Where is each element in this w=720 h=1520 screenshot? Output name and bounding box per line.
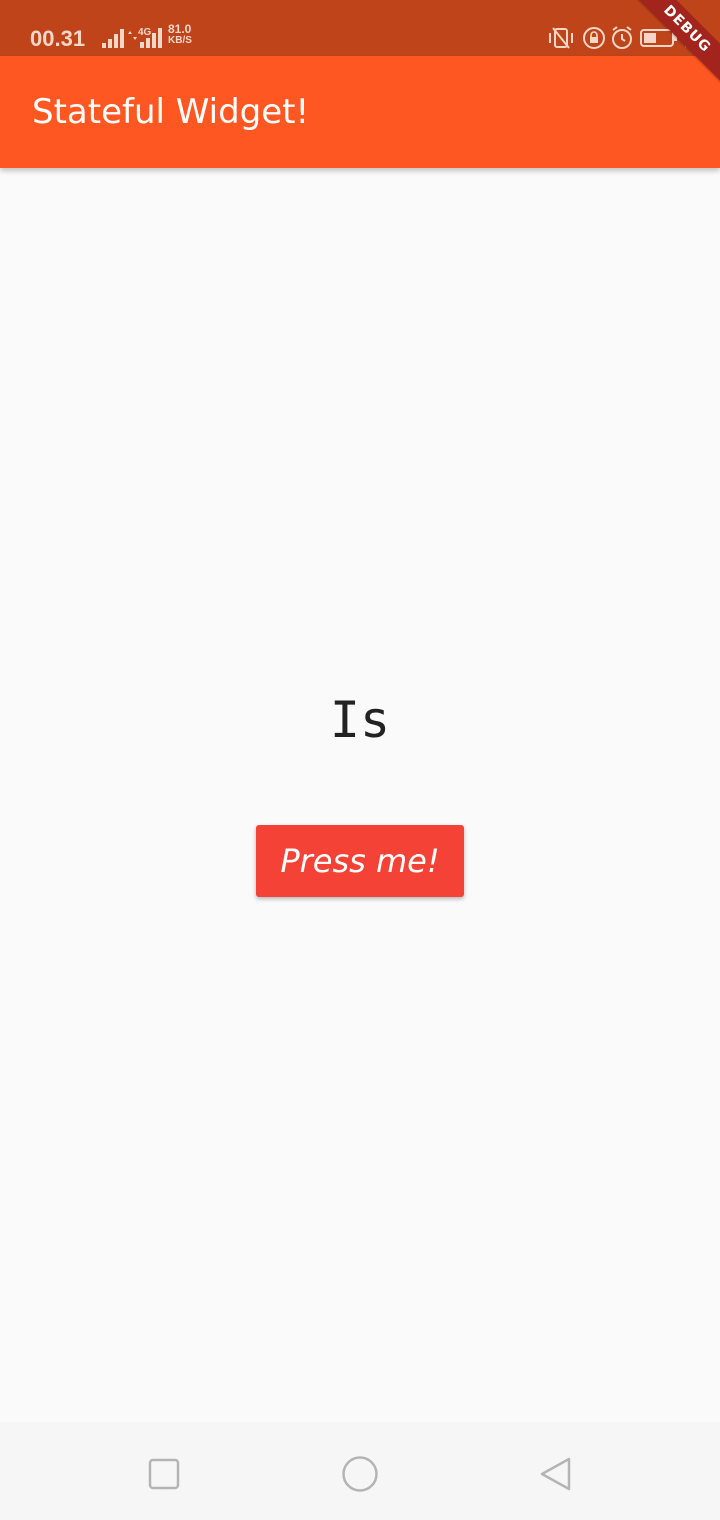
screen: 00.31 4G 81.0 KB/S DEBUG Stateful Widget… [0,0,720,1520]
press-me-button[interactable]: Press me! [256,825,464,897]
app-bar: Stateful Widget! [0,56,720,168]
signal-4g-icon [140,28,162,48]
network-speed: 81.0 KB/S [168,22,192,46]
state-label: Is [329,691,391,749]
vibrate-icon [549,27,573,49]
charging-icon [682,28,692,48]
recent-apps-icon[interactable] [144,1454,184,1494]
lock-rotation-icon [583,27,605,49]
speed-value: 81.0 [168,22,192,36]
home-icon[interactable] [340,1454,380,1494]
nav-bar [0,1422,720,1520]
back-icon[interactable] [536,1454,576,1494]
alarm-icon [612,26,632,49]
app-title: Stateful Widget! [32,92,310,132]
data-arrows-icon [128,31,137,40]
signal-icon [102,29,124,48]
status-time: 00.31 [30,26,86,51]
battery-icon [640,29,677,47]
status-bar: 00.31 4G 81.0 KB/S [0,0,720,56]
speed-unit: KB/S [168,35,192,46]
